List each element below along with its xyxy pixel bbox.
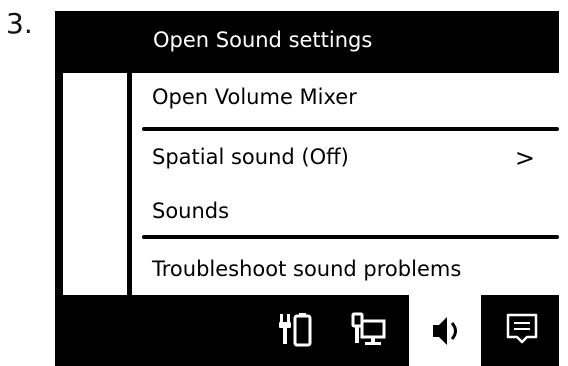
menu-separator xyxy=(142,235,559,239)
network-icon[interactable] xyxy=(339,303,397,355)
menu-item-label: Open Volume Mixer xyxy=(152,85,357,109)
open-sound-settings-label: Open Sound settings xyxy=(153,28,373,52)
menu-item-open-volume-mixer[interactable]: Open Volume Mixer xyxy=(132,73,559,121)
sound-context-menu: Open Volume Mixer Spatial sound (Off) > … xyxy=(132,73,559,295)
volume-icon[interactable] xyxy=(409,295,481,366)
menu-item-sounds[interactable]: Sounds xyxy=(132,187,559,235)
taskbar xyxy=(55,295,559,366)
notifications-icon[interactable] xyxy=(493,303,551,355)
step-number: 3. xyxy=(6,7,33,40)
left-blank-area xyxy=(63,73,127,295)
menu-item-label: Spatial sound (Off) xyxy=(152,145,349,169)
open-sound-settings-item[interactable]: Open Sound settings xyxy=(55,11,559,73)
menu-separator xyxy=(142,127,559,131)
menu-item-label: Sounds xyxy=(152,199,230,223)
menu-item-label: Troubleshoot sound problems xyxy=(152,257,462,281)
menu-item-spatial-sound[interactable]: Spatial sound (Off) > xyxy=(132,133,559,181)
menu-item-troubleshoot[interactable]: Troubleshoot sound problems xyxy=(132,245,559,293)
chevron-right-icon: > xyxy=(514,144,535,172)
sound-flyout-panel: Open Sound settings Open Volume Mixer Sp… xyxy=(55,11,559,366)
power-battery-icon[interactable] xyxy=(267,303,325,355)
